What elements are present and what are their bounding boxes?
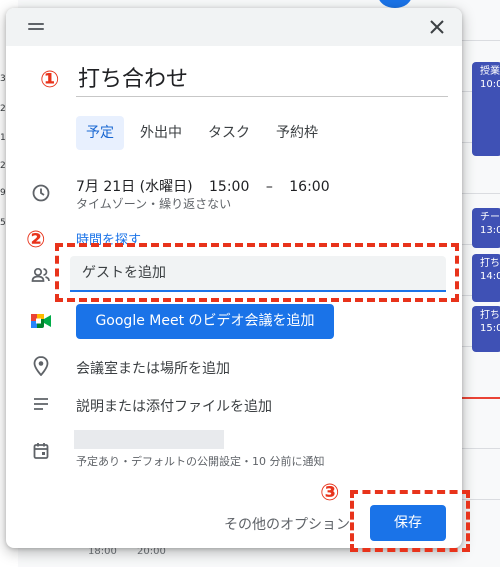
annotation-marker-1: ① — [40, 67, 60, 93]
add-location-field[interactable]: 会議室または場所を追加 — [76, 358, 230, 378]
people-icon — [30, 264, 52, 286]
time-separator: – — [265, 179, 273, 195]
add-description-field[interactable]: 説明または添付ファイルを追加 — [76, 396, 272, 416]
calendar-event[interactable]: チー 13:0 — [472, 208, 500, 248]
week-number: 2 — [0, 161, 6, 171]
calendar-event[interactable]: 授業 10:0 — [472, 62, 500, 156]
calendar-icon — [30, 440, 52, 462]
today-indicator — [378, 0, 412, 8]
week-number: 9 — [0, 188, 6, 198]
calendar-event[interactable]: 打ち 14:0 — [472, 254, 500, 302]
annotation-marker-2: ② — [26, 227, 46, 253]
week-number: 3 — [0, 74, 6, 84]
annotation-box-guests — [55, 243, 459, 302]
annotation-box-save — [350, 490, 470, 552]
tab-appointment-slots[interactable]: 予約枠 — [266, 116, 328, 150]
event-end-time[interactable]: 16:00 — [289, 179, 329, 195]
grid-line — [460, 193, 500, 194]
tab-task[interactable]: タスク — [198, 116, 260, 150]
tab-event[interactable]: 予定 — [76, 116, 124, 150]
location-pin-icon — [30, 355, 52, 377]
description-icon — [30, 393, 52, 415]
event-datetime[interactable]: 7月 21日 (水曜日) 15:00 – 16:00 — [76, 176, 342, 196]
calendar-selector[interactable] — [74, 430, 224, 449]
drag-handle-icon[interactable] — [28, 23, 44, 31]
calendar-settings-note[interactable]: 予定あり・デフォルトの公開設定・10 分前に通知 — [76, 453, 325, 469]
event-start-time[interactable]: 15:00 — [209, 179, 249, 195]
annotation-marker-3: ③ — [320, 480, 340, 506]
week-number: 5 — [0, 218, 6, 228]
close-button[interactable] — [424, 14, 450, 40]
event-date[interactable]: 7月 21日 (水曜日) — [76, 179, 193, 195]
dialog-header — [6, 8, 462, 46]
week-number: 2 — [0, 104, 6, 114]
google-meet-icon — [30, 310, 52, 332]
grid-line — [460, 448, 500, 449]
clock-icon — [30, 182, 52, 204]
grid-line — [460, 40, 500, 41]
timezone-repeat-link[interactable]: タイムゾーン・繰り返さない — [76, 195, 231, 212]
event-title-input[interactable]: 打ち合わせ — [76, 66, 448, 97]
event-type-tabs: 予定 外出中 タスク 予約枠 — [76, 116, 334, 152]
calendar-event[interactable]: 打ち 15:0 — [472, 306, 500, 352]
add-google-meet-button[interactable]: Google Meet のビデオ会議を追加 — [76, 304, 334, 339]
more-options-button[interactable]: その他のオプション — [224, 514, 350, 534]
close-icon — [430, 20, 444, 34]
tab-out-of-office[interactable]: 外出中 — [130, 116, 192, 150]
current-time-line — [462, 397, 500, 399]
